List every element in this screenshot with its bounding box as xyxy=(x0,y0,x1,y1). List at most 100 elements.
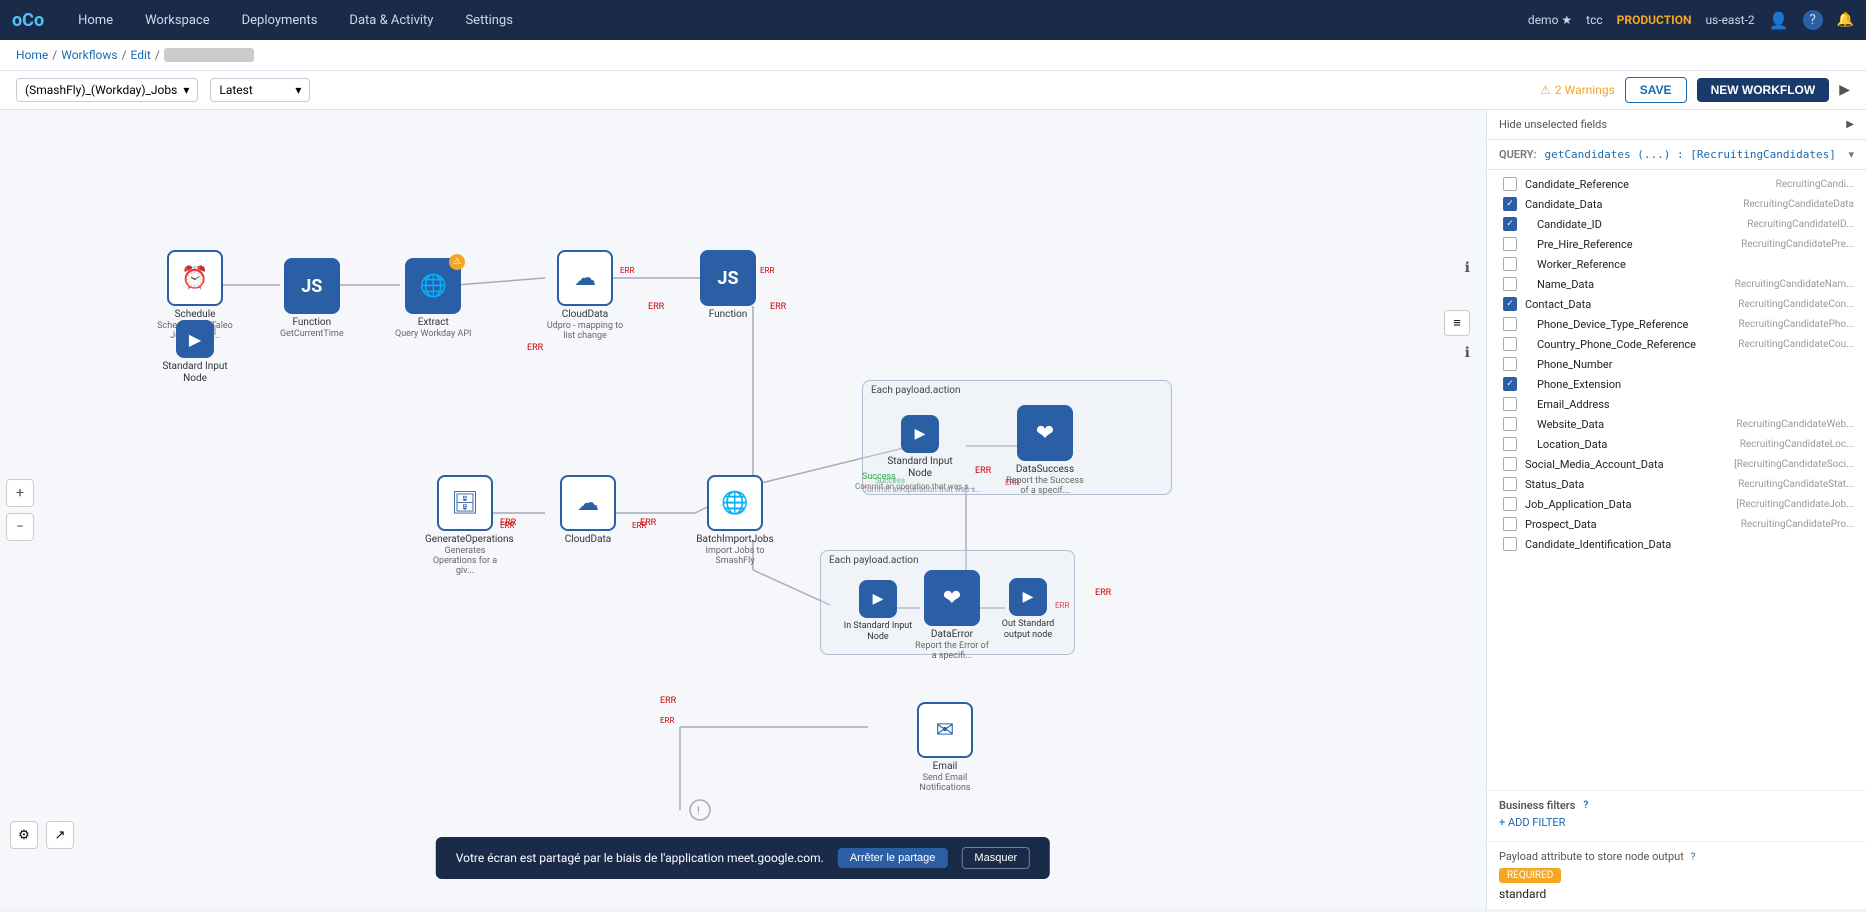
field-row[interactable]: Worker_Reference xyxy=(1487,254,1866,274)
nav-deployments[interactable]: Deployments xyxy=(236,9,324,32)
add-filter-button[interactable]: + ADD FILTER xyxy=(1499,812,1854,833)
warnings-badge[interactable]: ⚠ 2 Warnings xyxy=(1540,83,1615,97)
field-row[interactable]: Location_DataRecruitingCandidateLoc... xyxy=(1487,434,1866,454)
field-row[interactable]: Country_Phone_Code_ReferenceRecruitingCa… xyxy=(1487,334,1866,354)
expand-icon[interactable]: ▶ xyxy=(1839,82,1850,98)
field-row[interactable]: Email_Address xyxy=(1487,394,1866,414)
node-cloudata2[interactable]: ☁ CloudData xyxy=(560,475,616,546)
node-gctime-label: Function xyxy=(292,317,331,329)
field-checkbox[interactable] xyxy=(1503,497,1517,511)
node-generate-ops[interactable]: 🗄 GenerateOperations Generates Operation… xyxy=(425,475,505,576)
field-row[interactable]: Status_DataRecruitingCandidateStat... xyxy=(1487,474,1866,494)
new-workflow-button[interactable]: NEW WORKFLOW xyxy=(1697,78,1830,102)
field-name-label: Contact_Data xyxy=(1525,298,1730,311)
field-checkbox[interactable] xyxy=(1503,277,1517,291)
field-checkbox[interactable] xyxy=(1503,537,1517,551)
nav-settings[interactable]: Settings xyxy=(459,9,518,32)
node-batch-import[interactable]: 🌐 BatchImportJobs Import Jobs to SmashFl… xyxy=(695,475,775,566)
field-type-label: RecruitingCandidateData xyxy=(1743,199,1854,210)
share-tool-button[interactable]: ↗ xyxy=(46,821,74,849)
nav-home[interactable]: Home xyxy=(72,9,119,32)
info-icon2[interactable]: ℹ xyxy=(1465,345,1470,361)
panel-expand-icon[interactable]: ▶ xyxy=(1846,119,1854,130)
field-row[interactable]: Social_Media_Account_Data[RecruitingCand… xyxy=(1487,454,1866,474)
settings-tool-button[interactable]: ⚙ xyxy=(10,821,38,849)
cloud-icon2: ☁ xyxy=(577,491,599,516)
field-checkbox[interactable] xyxy=(1503,317,1517,331)
node-cloudata1[interactable]: ☁ CloudData Udpro - mapping to list chan… xyxy=(545,250,625,341)
breadcrumb-workflows[interactable]: Workflows xyxy=(61,48,117,62)
field-checkbox[interactable] xyxy=(1503,477,1517,491)
node-standard-input2[interactable]: ▶ Standard Input Node xyxy=(880,415,960,480)
field-checkbox[interactable]: ✓ xyxy=(1503,297,1517,311)
field-row[interactable]: Name_DataRecruitingCandidateNam... xyxy=(1487,274,1866,294)
node-standard-input3[interactable]: ▶ In Standard Input Node xyxy=(838,580,918,643)
node-email[interactable]: ✉ Email Send Email Notifications xyxy=(905,702,985,793)
version-selector[interactable]: Latest ▾ xyxy=(210,78,310,102)
info-icon1[interactable]: ℹ xyxy=(1465,260,1470,276)
query-expand-icon[interactable]: ▾ xyxy=(1848,148,1854,161)
node-standard-input1[interactable]: ▶ Standard Input Node xyxy=(155,320,235,385)
env1-label[interactable]: tcc xyxy=(1586,13,1603,27)
field-row[interactable]: Candidate_Identification_Data xyxy=(1487,534,1866,554)
help-icon[interactable]: ? xyxy=(1803,10,1823,30)
node-standard-input1-label: Standard Input Node xyxy=(155,361,235,385)
field-row[interactable]: Phone_Number xyxy=(1487,354,1866,374)
node-cloudata1-sublabel: Udpro - mapping to list change xyxy=(545,321,625,341)
field-checkbox[interactable]: ✓ xyxy=(1503,217,1517,231)
save-button[interactable]: SAVE xyxy=(1625,77,1687,103)
field-checkbox[interactable] xyxy=(1503,517,1517,531)
node-gctime-sublabel: GetCurrentTime xyxy=(280,329,344,339)
field-row[interactable]: Website_DataRecruitingCandidateWeb... xyxy=(1487,414,1866,434)
schedule-icon: ⏰ xyxy=(181,266,208,291)
node-data-error[interactable]: ❤ DataError Report the Error of a specif… xyxy=(912,570,992,661)
field-row[interactable]: ✓Phone_Extension xyxy=(1487,374,1866,394)
field-row[interactable]: Job_Application_Data[RecruitingCandidate… xyxy=(1487,494,1866,514)
node-data-success[interactable]: ❤ DataSuccess Report the Success of a sp… xyxy=(1005,405,1085,496)
zoom-out-button[interactable]: − xyxy=(6,513,34,541)
field-checkbox[interactable] xyxy=(1503,397,1517,411)
field-checkbox[interactable]: ✓ xyxy=(1503,197,1517,211)
field-row[interactable]: ✓Contact_DataRecruitingCandidateCon... xyxy=(1487,294,1866,314)
stop-sharing-button[interactable]: Arrêter le partage xyxy=(838,848,948,868)
field-checkbox[interactable] xyxy=(1503,437,1517,451)
field-checkbox[interactable] xyxy=(1503,457,1517,471)
field-row[interactable]: Pre_Hire_ReferenceRecruitingCandidatePre… xyxy=(1487,234,1866,254)
field-checkbox[interactable] xyxy=(1503,177,1517,191)
node-query-workday[interactable]: 🌐 ⚠ Extract Query Workday API xyxy=(395,258,471,339)
node-get-current-time[interactable]: JS Function GetCurrentTime xyxy=(280,258,344,339)
filters-help-icon[interactable]: ? xyxy=(1583,800,1588,811)
user-label[interactable]: demo ★ xyxy=(1528,13,1572,27)
field-checkbox[interactable]: ✓ xyxy=(1503,377,1517,391)
breadcrumb-home[interactable]: Home xyxy=(16,48,48,62)
field-row[interactable]: Phone_Device_Type_ReferenceRecruitingCan… xyxy=(1487,314,1866,334)
canvas-bottom-tools: ⚙ ↗ xyxy=(10,821,74,849)
workflow-canvas-area[interactable]: + − ERR ERR ERR ERR ER xyxy=(0,110,1486,909)
node-function1[interactable]: JS Function xyxy=(700,250,756,321)
field-row[interactable]: Candidate_ReferenceRecruitingCandi... xyxy=(1487,174,1866,194)
breadcrumb-edit[interactable]: Edit xyxy=(131,48,151,62)
user-icon[interactable]: 👤 xyxy=(1769,11,1789,30)
field-checkbox[interactable] xyxy=(1503,357,1517,371)
nav-data-activity[interactable]: Data & Activity xyxy=(343,9,439,32)
err-label7: ERR xyxy=(1095,588,1111,598)
field-checkbox[interactable] xyxy=(1503,417,1517,431)
field-checkbox[interactable] xyxy=(1503,337,1517,351)
field-checkbox[interactable] xyxy=(1503,237,1517,251)
node-out[interactable]: ▶ Out Standard output node xyxy=(988,578,1068,641)
bell-icon[interactable]: 🔔 xyxy=(1837,12,1854,28)
filter-icon[interactable]: ≡ xyxy=(1444,310,1470,336)
field-name-label: Location_Data xyxy=(1525,438,1732,451)
field-row[interactable]: ✓Candidate_IDRecruitingCandidateID... xyxy=(1487,214,1866,234)
err-label1: ERR xyxy=(648,302,664,312)
nav-workspace[interactable]: Workspace xyxy=(139,9,216,32)
field-checkbox[interactable] xyxy=(1503,257,1517,271)
payload-help-icon[interactable]: ? xyxy=(1691,852,1696,863)
field-row[interactable]: Prospect_DataRecruitingCandidatePro... xyxy=(1487,514,1866,534)
field-row[interactable]: ✓Candidate_DataRecruitingCandidateData xyxy=(1487,194,1866,214)
hide-button[interactable]: Masquer xyxy=(961,847,1030,869)
env2-label[interactable]: PRODUCTION xyxy=(1617,13,1692,27)
node-de-label: DataError xyxy=(931,629,973,641)
workflow-selector[interactable]: (SmashFly)_(Workday)_Jobs ▾ xyxy=(16,78,198,102)
zoom-in-button[interactable]: + xyxy=(6,479,34,507)
